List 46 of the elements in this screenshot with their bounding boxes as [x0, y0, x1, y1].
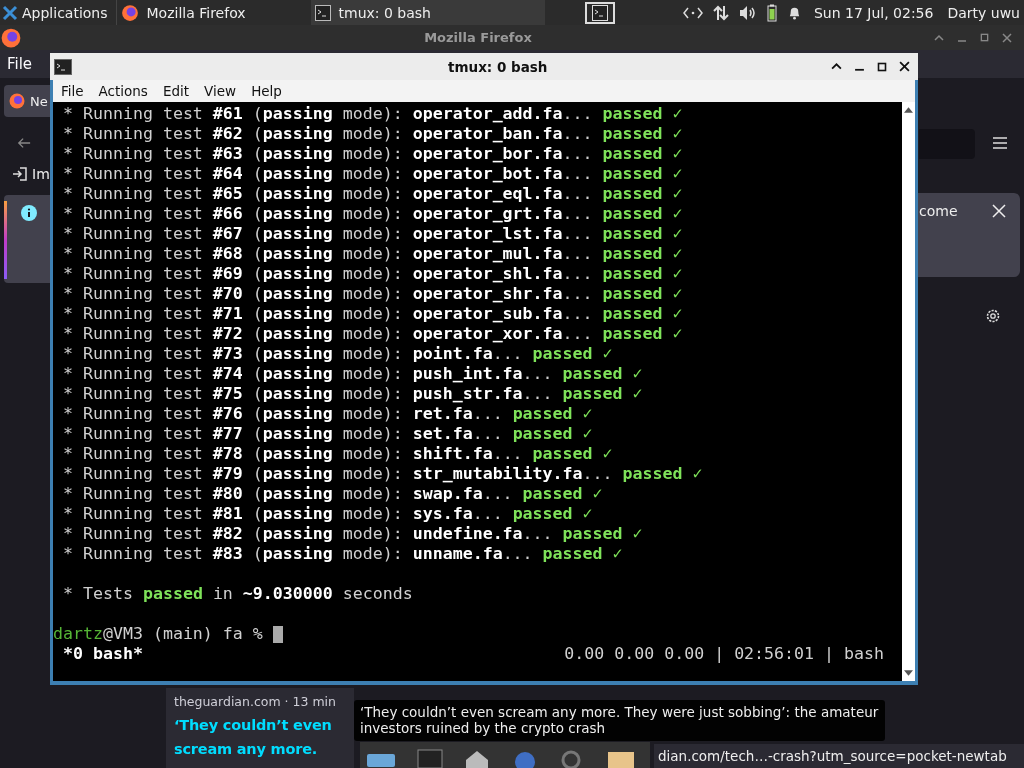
tmux-status: 0.00 0.00 0.00 | 02:56:01 | bash	[564, 644, 884, 664]
terminal-line: * Running test #67 (passing mode): operator_lst.fa... passed ✓	[63, 224, 684, 244]
menu-item[interactable]: Actions	[98, 83, 148, 99]
terminal-line: * Running test #61 (passing mode): operator_add.fa... passed ✓	[63, 104, 684, 124]
terminal-line: * Running test #74 (passing mode): push_int.fa... passed ✓	[63, 364, 644, 384]
story-source: theguardian.com · 13 min	[174, 694, 337, 709]
terminal-line: * Running test #66 (passing mode): operator_grt.fa... passed ✓	[63, 204, 684, 224]
terminal-line: * Running test #71 (passing mode): operator_sub.fa... passed ✓	[63, 304, 684, 324]
terminal-line: * Running test #82 (passing mode): undefine.fa... passed ✓	[63, 524, 644, 544]
window-title: tmux: 0 bash	[448, 58, 548, 75]
menu-item[interactable]: File	[7, 55, 33, 73]
taskbar-button[interactable]: tmux: 0 bash	[310, 0, 545, 25]
bookmark-item[interactable]: Im	[12, 166, 50, 182]
window-title: Mozilla Firefox	[423, 30, 533, 45]
terminal-line: * Running test #81 (passing mode): sys.fa... passed ✓	[63, 504, 594, 524]
terminal-line: * Running test #63 (passing mode): operator_bor.fa... passed ✓	[63, 144, 684, 164]
terminal-line: * Running test #79 (passing mode): str_mutability.fa... passed ✓	[63, 464, 704, 484]
notification-text: come	[919, 203, 958, 219]
browser-tab[interactable]: Ne	[4, 85, 50, 117]
clock[interactable]: Sun 17 Jul, 02:56	[813, 4, 934, 21]
terminal-line: * Tests passed in ~9.030000 seconds	[63, 584, 414, 604]
tmux-window-label: *0 bash*	[63, 644, 143, 664]
menu-item[interactable]: Help	[251, 83, 282, 99]
story-headline[interactable]: ‘They couldn’t even scream any more.	[174, 713, 346, 761]
menu-item[interactable]: View	[204, 83, 237, 99]
taskbar-button[interactable]: Mozilla Firefox	[116, 0, 311, 25]
terminal-line: * Running test #64 (passing mode): operator_bot.fa... passed ✓	[63, 164, 684, 184]
terminal-line: * Running test #83 (passing mode): unname.fa... passed ✓	[63, 544, 624, 564]
terminal-line: * Running test #75 (passing mode): push_str.fa... passed ✓	[63, 384, 644, 404]
terminal-line: * Running test #72 (passing mode): operator_xor.fa... passed ✓	[63, 324, 684, 344]
shell-prompt: dartz@VM3 (main) fa %	[53, 624, 264, 644]
terminal-line: * Running test #73 (passing mode): point.fa... passed ✓	[63, 344, 614, 364]
tooltip: ‘They couldn’t even scream any more. They were just sobbing’: the amateur investors ruined by the crypto crash	[354, 700, 885, 741]
terminal-line: * Running test #69 (passing mode): operator_shl.fa... passed ✓	[63, 264, 684, 284]
menu-item[interactable]: Edit	[162, 83, 190, 99]
link-status: dian.com/tech…-crash?utm_source=pocket-newtab	[654, 744, 1024, 768]
menu-item[interactable]: File	[61, 83, 84, 99]
terminal-line: * Running test #62 (passing mode): operator_ban.fa... passed ✓	[63, 124, 684, 144]
terminal-line: * Running test #77 (passing mode): set.fa... passed ✓	[63, 424, 594, 444]
terminal-line: * Running test #65 (passing mode): operator_eql.fa... passed ✓	[63, 184, 684, 204]
terminal-line: * Running test #78 (passing mode): shift.fa... passed ✓	[63, 444, 614, 464]
user-name[interactable]: Darty uwu	[947, 4, 1020, 21]
terminal-line: * Running test #68 (passing mode): operator_mul.fa... passed ✓	[63, 244, 684, 264]
terminal-line: * Running test #70 (passing mode): operator_shr.fa... passed ✓	[63, 284, 684, 304]
terminal-line: * Running test #76 (passing mode): ret.fa... passed ✓	[63, 404, 594, 424]
terminal-line: * Running test #80 (passing mode): swap.fa... passed ✓	[63, 484, 604, 504]
